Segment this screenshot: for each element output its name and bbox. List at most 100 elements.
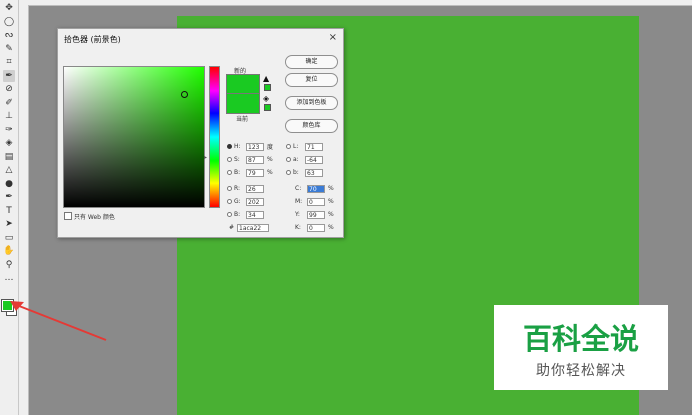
move-icon[interactable]: ✥	[3, 2, 15, 14]
brush-icon[interactable]: ✐	[3, 97, 15, 109]
magenta-input[interactable]: 0	[307, 197, 325, 206]
radio-a[interactable]	[286, 157, 291, 162]
field-unit: %	[328, 185, 334, 192]
hue-slider[interactable]	[209, 66, 220, 208]
hex-input[interactable]: 1aca22	[237, 223, 269, 232]
watermark-subtitle: 助你轻松解决	[536, 363, 626, 379]
field-row-h: H: 123 度	[227, 142, 275, 151]
field-row-y: Y: 99%	[295, 210, 336, 219]
color-selector-ring[interactable]	[181, 91, 188, 98]
field-unit: 度	[267, 144, 274, 151]
radio-blue[interactable]	[227, 212, 232, 217]
dodge-icon[interactable]: ●	[3, 178, 15, 190]
field-label: G:	[234, 198, 241, 205]
field-label: K:	[295, 224, 301, 231]
yellow-input[interactable]: 99	[307, 210, 325, 219]
red-input[interactable]: 26	[246, 184, 264, 193]
stamp-icon[interactable]: ⊥	[3, 110, 15, 122]
web-colors-only-checkbox[interactable]	[64, 212, 72, 220]
more-tools-icon[interactable]: …	[3, 272, 15, 284]
annotation-arrow-icon	[10, 301, 107, 341]
web-colors-only-label: 只有 Web 颜色	[74, 214, 115, 221]
saturation-input[interactable]: 87	[246, 155, 264, 164]
eyedropper-icon[interactable]: ✒	[3, 69, 15, 82]
blue-input[interactable]: 34	[246, 210, 264, 219]
web-safe-color-swatch[interactable]	[264, 104, 271, 111]
lab-b-input[interactable]: 63	[305, 168, 323, 177]
field-label: M:	[295, 198, 303, 205]
field-unit: %	[328, 224, 334, 231]
field-label: B:	[234, 169, 241, 176]
lab-l-input[interactable]: 71	[305, 142, 323, 151]
new-color-swatch	[226, 74, 260, 95]
green-input[interactable]: 202	[246, 197, 264, 206]
field-label: Y:	[295, 211, 300, 218]
color-libraries-button[interactable]: 颜色库	[285, 119, 338, 133]
field-label: B:	[234, 211, 241, 218]
pen-icon[interactable]: ✒	[3, 191, 15, 203]
lasso-icon[interactable]: ᔓ	[3, 29, 15, 41]
close-icon[interactable]: ×	[329, 32, 337, 43]
gradient-icon[interactable]: ▤	[3, 151, 15, 163]
field-row-c: C: 70%	[295, 184, 336, 193]
current-color-label: 当前	[236, 116, 249, 123]
hue-slider-marker[interactable]: ▸	[204, 154, 207, 161]
quick-select-icon[interactable]: ✎	[3, 43, 15, 55]
zoom-icon[interactable]: ⚲	[3, 259, 15, 271]
field-label: b:	[293, 169, 299, 176]
hand-icon[interactable]: ✋	[3, 245, 15, 257]
cyan-input[interactable]: 70	[307, 184, 325, 193]
reset-button[interactable]: 复位	[285, 73, 338, 87]
radio-b[interactable]	[227, 170, 232, 175]
dialog-title: 拾色器 (前景色)	[64, 35, 121, 44]
vertical-ruler	[19, 0, 29, 415]
radio-h[interactable]	[227, 144, 232, 149]
shape-icon[interactable]: ▭	[3, 232, 15, 244]
field-label: R:	[234, 185, 241, 192]
field-label: L:	[293, 143, 299, 150]
radio-s[interactable]	[227, 157, 232, 162]
add-to-swatches-button[interactable]: 添加到色板	[285, 96, 338, 110]
gamut-color-swatch[interactable]	[264, 84, 271, 91]
field-label: a:	[293, 156, 299, 163]
watermark-title: 百科全说	[522, 322, 639, 356]
field-label: C:	[295, 185, 302, 192]
color-field[interactable]	[63, 66, 205, 208]
blur-icon[interactable]: △	[3, 164, 15, 176]
brightness-input[interactable]: 79	[246, 168, 264, 177]
type-icon[interactable]: T	[3, 205, 15, 217]
eraser-icon[interactable]: ◈	[3, 137, 15, 149]
field-row-l: L: 71	[286, 142, 323, 151]
field-label: H:	[234, 143, 241, 150]
field-row-lab-b: b: 63	[286, 168, 323, 177]
history-brush-icon[interactable]: ✑	[3, 124, 15, 136]
field-row-blue: B: 34	[227, 210, 264, 219]
black-input[interactable]: 0	[307, 223, 325, 232]
ok-button[interactable]: 确定	[285, 55, 338, 69]
ellipse-marquee-icon[interactable]: ◯	[3, 16, 15, 28]
radio-l[interactable]	[286, 144, 291, 149]
gamut-warning-icon[interactable]: ▲	[263, 74, 269, 83]
horizontal-ruler	[28, 0, 692, 6]
tools-panel: ✥ ◯ ᔓ ✎ ⌗ ✒ ⊘ ✐ ⊥ ✑ ◈ ▤ △ ● ✒ T ➤ ▭ ✋ ⚲…	[0, 0, 19, 415]
field-row-m: M: 0%	[295, 197, 336, 206]
lab-a-input[interactable]: -64	[305, 155, 323, 164]
color-picker-dialog: 拾色器 (前景色) × ▸ 新的 当前 ▲ ◈ 确定 复位 添加到色板 颜色库 …	[57, 28, 344, 238]
path-select-icon[interactable]: ➤	[3, 218, 15, 230]
watermark: 百科全说 助你轻松解决	[494, 305, 668, 390]
healing-icon[interactable]: ⊘	[3, 83, 15, 95]
field-row-a: a: -64	[286, 155, 323, 164]
field-unit: %	[328, 211, 334, 218]
field-row-r: R: 26	[227, 184, 264, 193]
radio-r[interactable]	[227, 186, 232, 191]
hex-row: # 1aca22	[229, 223, 269, 232]
hue-input[interactable]: 123	[246, 142, 264, 151]
crop-icon[interactable]: ⌗	[3, 56, 15, 68]
radio-g[interactable]	[227, 199, 232, 204]
field-unit: %	[328, 198, 334, 205]
field-row-k: K: 0%	[295, 223, 336, 232]
radio-lab-b[interactable]	[286, 170, 291, 175]
field-row-b: B: 79%	[227, 168, 275, 177]
current-color-swatch[interactable]	[226, 93, 260, 114]
web-safe-icon[interactable]: ◈	[263, 94, 269, 103]
